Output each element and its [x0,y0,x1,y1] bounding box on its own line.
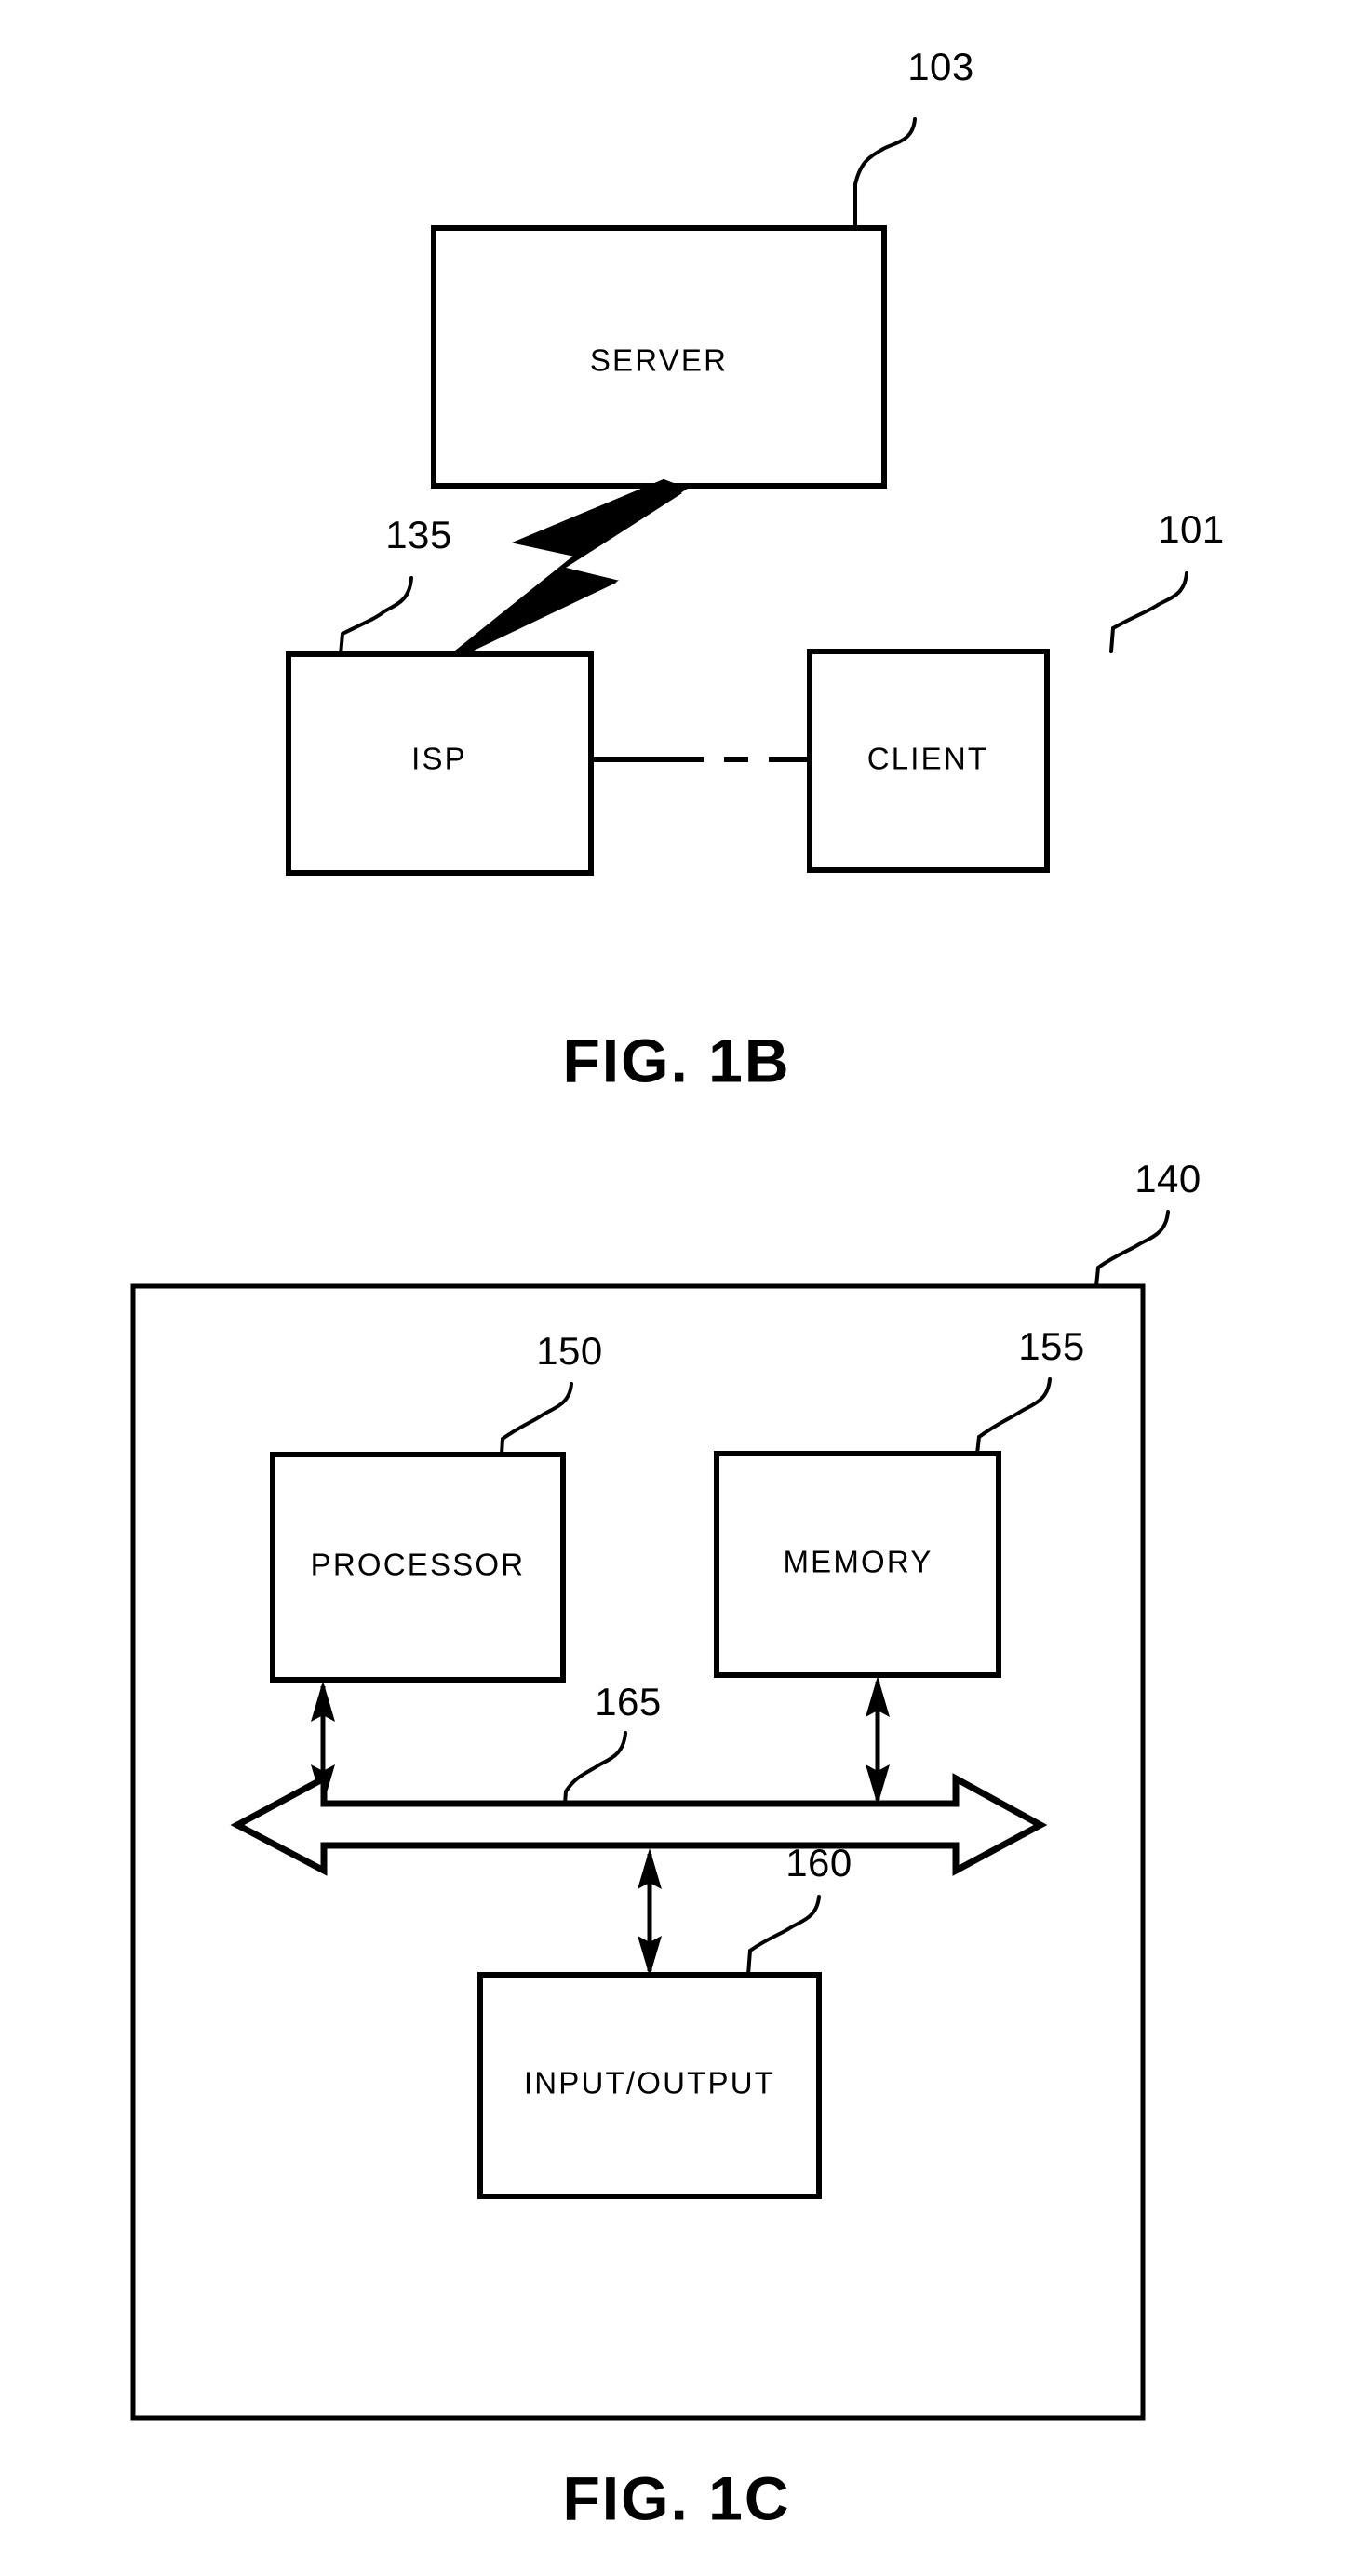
processor-node: PROCESSOR [270,1452,566,1683]
memory-label: MEMORY [783,1545,933,1579]
input-output-node: INPUT/OUTPUT [477,1972,822,2199]
figure-1b-group: SERVER 103 ISP 135 CLIENT 101 FIG. 1B [286,45,1225,1094]
figure-1c-caption: FIG. 1C [562,2463,790,2532]
patent-drawing-sheet: SERVER 103 ISP 135 CLIENT 101 FIG. 1B 14… [0,0,1369,2576]
ref-165-label: 165 [595,1680,662,1724]
isp-label: ISP [411,742,467,776]
wireless-lightning-bolt-highlight [448,478,689,658]
ref-101-label: 101 [1158,507,1225,551]
processor-label: PROCESSOR [311,1548,526,1582]
ref-155-label: 155 [1018,1324,1085,1368]
figure-1c-group: 140 PROCESSOR 150 MEMORY 155 165 INPUT/O… [130,1157,1201,2532]
server-label: SERVER [590,343,728,378]
memory-node: MEMORY [714,1451,1001,1678]
figures-canvas: SERVER 103 ISP 135 CLIENT 101 FIG. 1B 14… [130,45,1225,2532]
input-output-label: INPUT/OUTPUT [524,2066,775,2100]
ref-103-leader [853,117,917,230]
isp-node: ISP [286,651,594,876]
ref-135-label: 135 [385,513,452,557]
ref-160-label: 160 [785,1841,852,1885]
client-label: CLIENT [867,742,989,776]
ref-135-leader [339,576,413,656]
server-node: SERVER [431,225,887,489]
ref-103-label: 103 [907,45,974,88]
figure-1b-caption: FIG. 1B [562,1026,790,1094]
ref-140-leader [1094,1210,1170,1288]
ref-140-label: 140 [1134,1157,1201,1201]
ref-101-leader [1109,571,1188,653]
ref-150-label: 150 [536,1329,603,1373]
client-node: CLIENT [807,649,1050,873]
